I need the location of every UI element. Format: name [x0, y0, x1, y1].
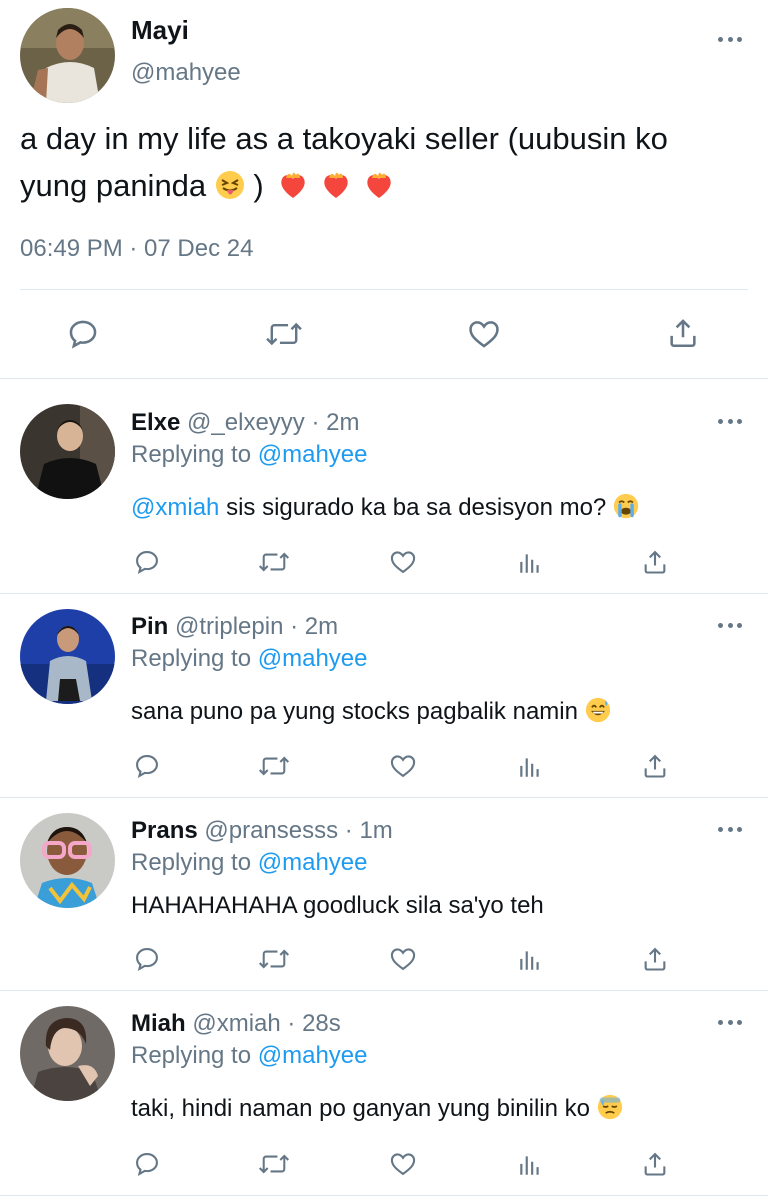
divider [0, 990, 768, 991]
avatar[interactable] [20, 404, 115, 499]
reply-author-name[interactable]: Prans [131, 817, 198, 844]
divider [0, 593, 768, 594]
more-icon[interactable] [718, 825, 742, 833]
divider [0, 1195, 768, 1196]
replying-to-label: Replying to [131, 441, 252, 468]
reply-text: HAHAHAHAHA goodluck sila sa'yo teh [131, 892, 544, 920]
tweet-text-line-1: a day in my life as a takoyaki seller (u… [20, 121, 668, 156]
loudly-crying-emoji-icon [613, 493, 639, 526]
reply-time[interactable]: · 2m [290, 613, 338, 640]
reply-time[interactable]: · 2m [311, 409, 359, 436]
reply-author-name[interactable]: Miah [131, 1010, 186, 1037]
like-icon[interactable] [466, 317, 502, 351]
reply-author-handle[interactable]: @xmiah [192, 1010, 280, 1037]
share-icon[interactable] [641, 751, 669, 781]
author-handle[interactable]: @mahyee [131, 59, 241, 87]
retweet-icon[interactable] [258, 548, 290, 576]
views-icon[interactable] [516, 550, 544, 576]
reply-body: sana puno pa yung stocks pagbalik namin [131, 698, 578, 725]
retweet-icon[interactable] [258, 945, 290, 973]
tweet-text-line-2: yung paninda ) [20, 168, 394, 208]
grinning-sweat-emoji-icon [585, 697, 611, 730]
retweet-icon[interactable] [258, 752, 290, 780]
divider [0, 797, 768, 798]
divider [20, 289, 748, 290]
reply-author-handle[interactable]: @_elxeyyy [187, 409, 305, 436]
reply-text: taki, hindi naman po ganyan yung binilin… [131, 1094, 623, 1127]
reply-header: Elxe @_elxeyyy · 2m [131, 409, 359, 437]
reply-body: sis sigurado ka ba sa desisyon mo? [226, 494, 607, 521]
reply-icon[interactable] [133, 752, 161, 780]
replying-to-link[interactable]: @mahyee [258, 849, 368, 876]
reply-icon[interactable] [66, 317, 100, 351]
downcast-sweat-emoji-icon [597, 1094, 623, 1127]
author-name[interactable]: Mayi [131, 15, 189, 46]
avatar[interactable] [20, 609, 115, 704]
like-icon[interactable] [388, 945, 418, 973]
reply-text: sana puno pa yung stocks pagbalik namin [131, 697, 611, 730]
retweet-icon[interactable] [258, 1150, 290, 1178]
like-icon[interactable] [388, 752, 418, 780]
more-icon[interactable] [718, 621, 742, 629]
reply-time[interactable]: · 1m [345, 817, 393, 844]
reply-author-handle[interactable]: @triplepin [175, 613, 283, 640]
share-icon[interactable] [666, 315, 700, 351]
heart-on-fire-emoji-icon [364, 170, 394, 208]
more-icon[interactable] [718, 417, 742, 425]
views-icon[interactable] [516, 754, 544, 780]
share-icon[interactable] [641, 547, 669, 577]
reply-icon[interactable] [133, 1150, 161, 1178]
reply-author-name[interactable]: Elxe [131, 409, 180, 436]
more-icon[interactable] [718, 1018, 742, 1026]
tweet-timestamp[interactable]: 06:49 PM · 07 Dec 24 [20, 235, 253, 263]
replying-to: Replying to @mahyee [131, 645, 368, 673]
avatar[interactable] [20, 813, 115, 908]
reply-icon[interactable] [133, 945, 161, 973]
views-icon[interactable] [516, 947, 544, 973]
divider [0, 378, 768, 379]
replying-to: Replying to @mahyee [131, 441, 368, 469]
reply-header: Pin @triplepin · 2m [131, 613, 338, 641]
reply-header: Miah @xmiah · 28s [131, 1010, 341, 1038]
reply-body: taki, hindi naman po ganyan yung binilin… [131, 1095, 590, 1122]
replying-to: Replying to @mahyee [131, 849, 368, 877]
replying-to: Replying to @mahyee [131, 1042, 368, 1070]
squinting-tongue-emoji-icon [215, 170, 245, 208]
share-icon[interactable] [641, 1149, 669, 1179]
like-icon[interactable] [388, 1150, 418, 1178]
reply-time[interactable]: · 28s [287, 1010, 340, 1037]
mention-link[interactable]: @xmiah [131, 494, 219, 521]
views-icon[interactable] [516, 1152, 544, 1178]
replying-to-label: Replying to [131, 849, 252, 876]
reply-text: @xmiah sis sigurado ka ba sa desisyon mo… [131, 493, 639, 526]
replying-to-label: Replying to [131, 1042, 252, 1069]
retweet-icon[interactable] [265, 317, 303, 351]
heart-on-fire-emoji-icon [278, 170, 308, 208]
reply-author-name[interactable]: Pin [131, 613, 168, 640]
reply-body: HAHAHAHAHA goodluck sila sa'yo teh [131, 892, 544, 919]
more-icon[interactable] [718, 35, 742, 43]
tweet-text-line-2-end: ) [253, 168, 264, 203]
avatar[interactable] [20, 1006, 115, 1101]
like-icon[interactable] [388, 548, 418, 576]
replying-to-link[interactable]: @mahyee [258, 645, 368, 672]
replying-to-link[interactable]: @mahyee [258, 441, 368, 468]
replying-to-link[interactable]: @mahyee [258, 1042, 368, 1069]
reply-icon[interactable] [133, 548, 161, 576]
heart-on-fire-emoji-icon [321, 170, 351, 208]
share-icon[interactable] [641, 944, 669, 974]
reply-header: Prans @pransesss · 1m [131, 817, 393, 845]
replying-to-label: Replying to [131, 645, 252, 672]
avatar[interactable] [20, 8, 115, 103]
tweet-text-line-2-start: yung paninda [20, 168, 207, 203]
reply-author-handle[interactable]: @pransesss [204, 817, 338, 844]
